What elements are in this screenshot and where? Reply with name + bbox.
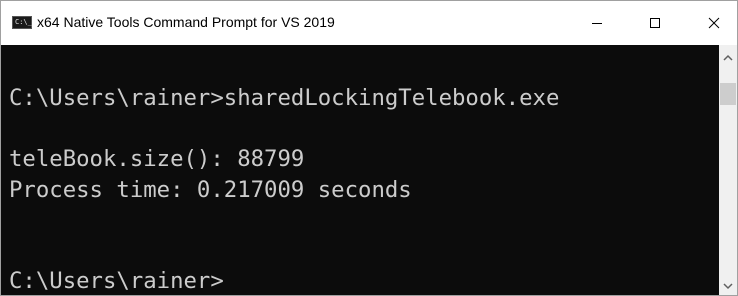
maximize-button[interactable] xyxy=(632,1,678,45)
console-line-process-time: Process time: 0.217009 seconds xyxy=(9,176,412,203)
maximize-icon xyxy=(650,18,660,28)
command-prompt-window: C:\_ x64 Native Tools Command Prompt for… xyxy=(0,0,738,296)
console-line-prompt-command: C:\Users\rainer>sharedLockingTelebook.ex… xyxy=(9,85,560,111)
close-button[interactable] xyxy=(691,1,737,45)
console-output-area[interactable]: C:\Users\rainer>sharedLockingTelebook.ex… xyxy=(1,45,719,295)
chevron-down-icon xyxy=(723,283,733,290)
console-line-blank xyxy=(9,236,559,267)
scroll-down-button[interactable] xyxy=(719,277,737,295)
minimize-icon xyxy=(592,23,602,24)
scroll-thumb[interactable] xyxy=(720,83,736,105)
console-line-size: teleBook.size(): 88799 xyxy=(9,146,305,172)
vertical-scrollbar[interactable] xyxy=(719,45,737,295)
console-line-blank xyxy=(9,205,559,236)
console-app-icon[interactable]: C:\_ xyxy=(12,16,32,29)
scroll-up-button[interactable] xyxy=(719,49,737,67)
console-text[interactable]: C:\Users\rainer>sharedLockingTelebook.ex… xyxy=(9,83,560,295)
console-line-prompt: C:\Users\rainer> xyxy=(9,268,224,294)
window-title: x64 Native Tools Command Prompt for VS 2… xyxy=(37,14,335,30)
console-line-blank xyxy=(9,114,559,145)
minimize-button[interactable] xyxy=(574,1,620,45)
title-bar[interactable]: C:\_ x64 Native Tools Command Prompt for… xyxy=(1,1,737,45)
app-icon-label: C:\_ xyxy=(15,18,32,26)
close-icon xyxy=(708,17,720,29)
chevron-up-icon xyxy=(723,54,733,61)
